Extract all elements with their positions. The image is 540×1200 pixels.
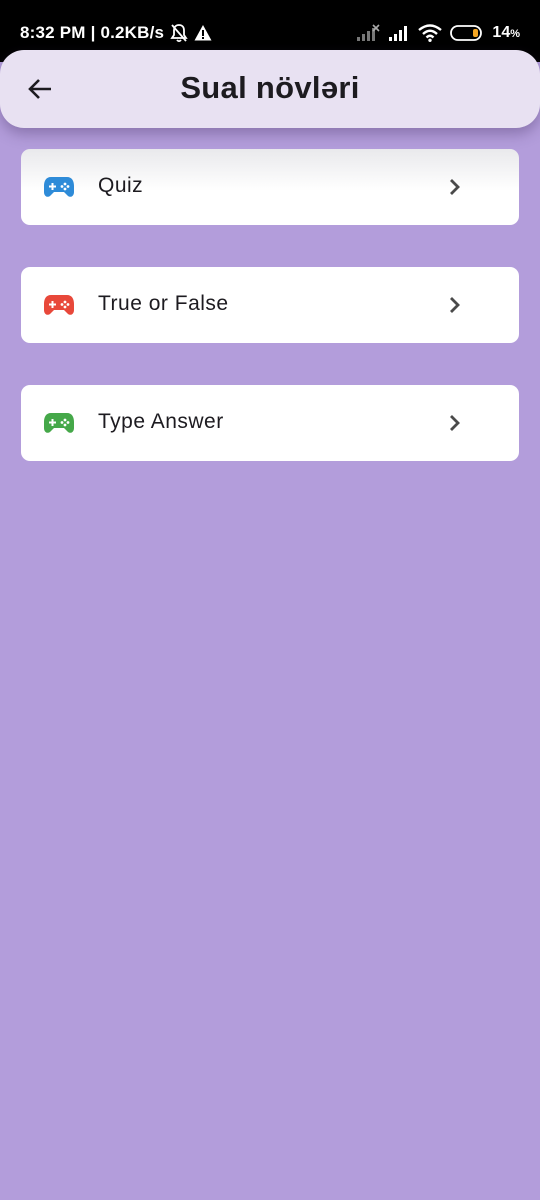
list-item-true-or-false[interactable]: True or False <box>21 267 519 343</box>
signal-icon <box>356 24 380 42</box>
mute-bell-icon <box>170 23 188 43</box>
list-item-label: Type Answer <box>98 410 224 433</box>
question-type-list: Quiz True or False Type Answer <box>21 149 519 503</box>
status-left: 8:32 PM | 0.2KB/s <box>20 20 212 46</box>
status-right: 14 % <box>356 20 520 46</box>
battery-level: 14 <box>492 24 511 41</box>
battery-unit: % <box>510 28 520 40</box>
chevron-right-icon <box>450 415 460 431</box>
list-item-quiz[interactable]: Quiz <box>21 149 519 225</box>
list-item-label: True or False <box>98 292 229 315</box>
wifi-icon <box>418 24 443 42</box>
list-item-type-answer[interactable]: Type Answer <box>21 385 519 461</box>
warning-icon <box>194 24 212 42</box>
battery-percentage: 14 % <box>492 24 520 42</box>
signal-icon <box>388 24 410 42</box>
app-bar: Sual növləri <box>0 50 540 128</box>
list-item-label: Quiz <box>98 174 144 197</box>
gamepad-icon <box>44 177 74 197</box>
gamepad-icon <box>44 295 74 315</box>
chevron-right-icon <box>450 179 460 195</box>
status-time-speed: 8:32 PM | 0.2KB/s <box>20 23 165 42</box>
battery-icon <box>450 24 484 42</box>
chevron-right-icon <box>450 297 460 313</box>
gamepad-icon <box>44 413 74 433</box>
page-title: Sual növləri <box>180 70 360 105</box>
